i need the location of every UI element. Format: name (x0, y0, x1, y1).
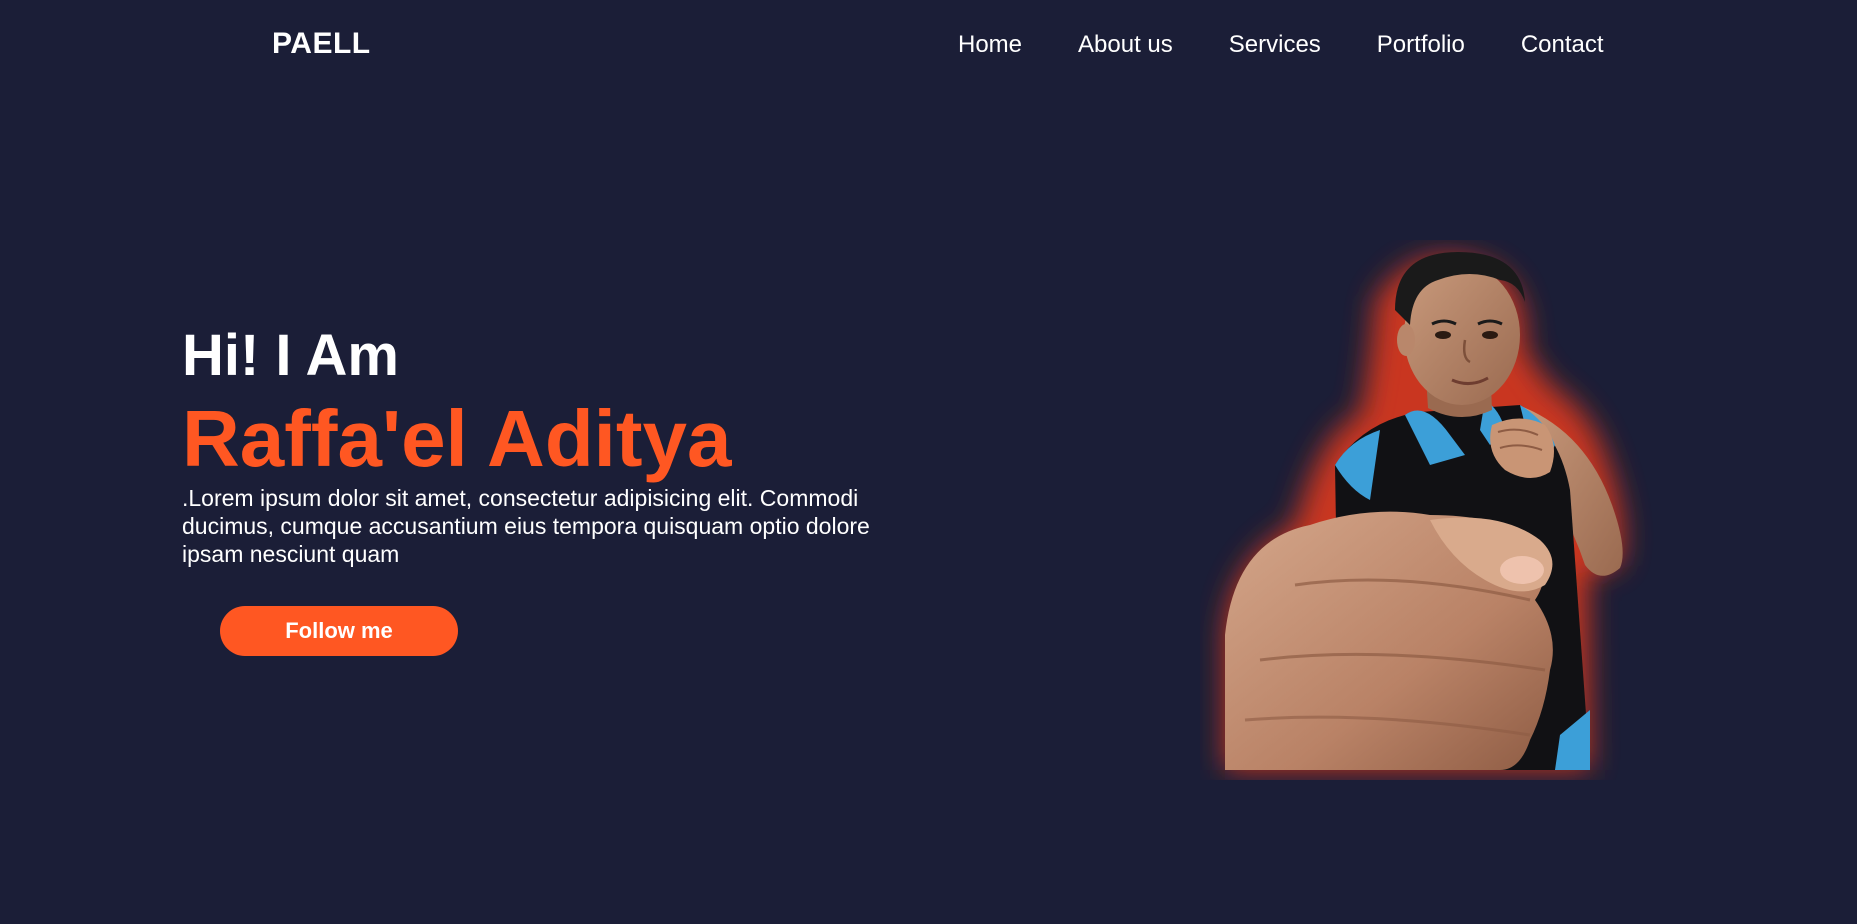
nav-about-link[interactable]: About us (1078, 30, 1173, 60)
site-logo[interactable]: PAELL (272, 26, 371, 62)
nav-contact-link[interactable]: Contact (1521, 30, 1604, 60)
hero-greeting: Hi! I Am (182, 323, 399, 388)
hero-description: .Lorem ipsum dolor sit amet, consectetur… (182, 485, 870, 567)
follow-me-button[interactable]: Follow me (220, 606, 458, 656)
person-portrait-image (1200, 240, 1720, 780)
nav-home-link[interactable]: Home (958, 30, 1022, 60)
nav-services-link[interactable]: Services (1229, 30, 1321, 60)
main-nav: Home About us Services Portfolio Contact (958, 30, 1604, 60)
nav-portfolio-link[interactable]: Portfolio (1377, 30, 1465, 60)
hero-name: Raffa'el Aditya (182, 394, 732, 483)
